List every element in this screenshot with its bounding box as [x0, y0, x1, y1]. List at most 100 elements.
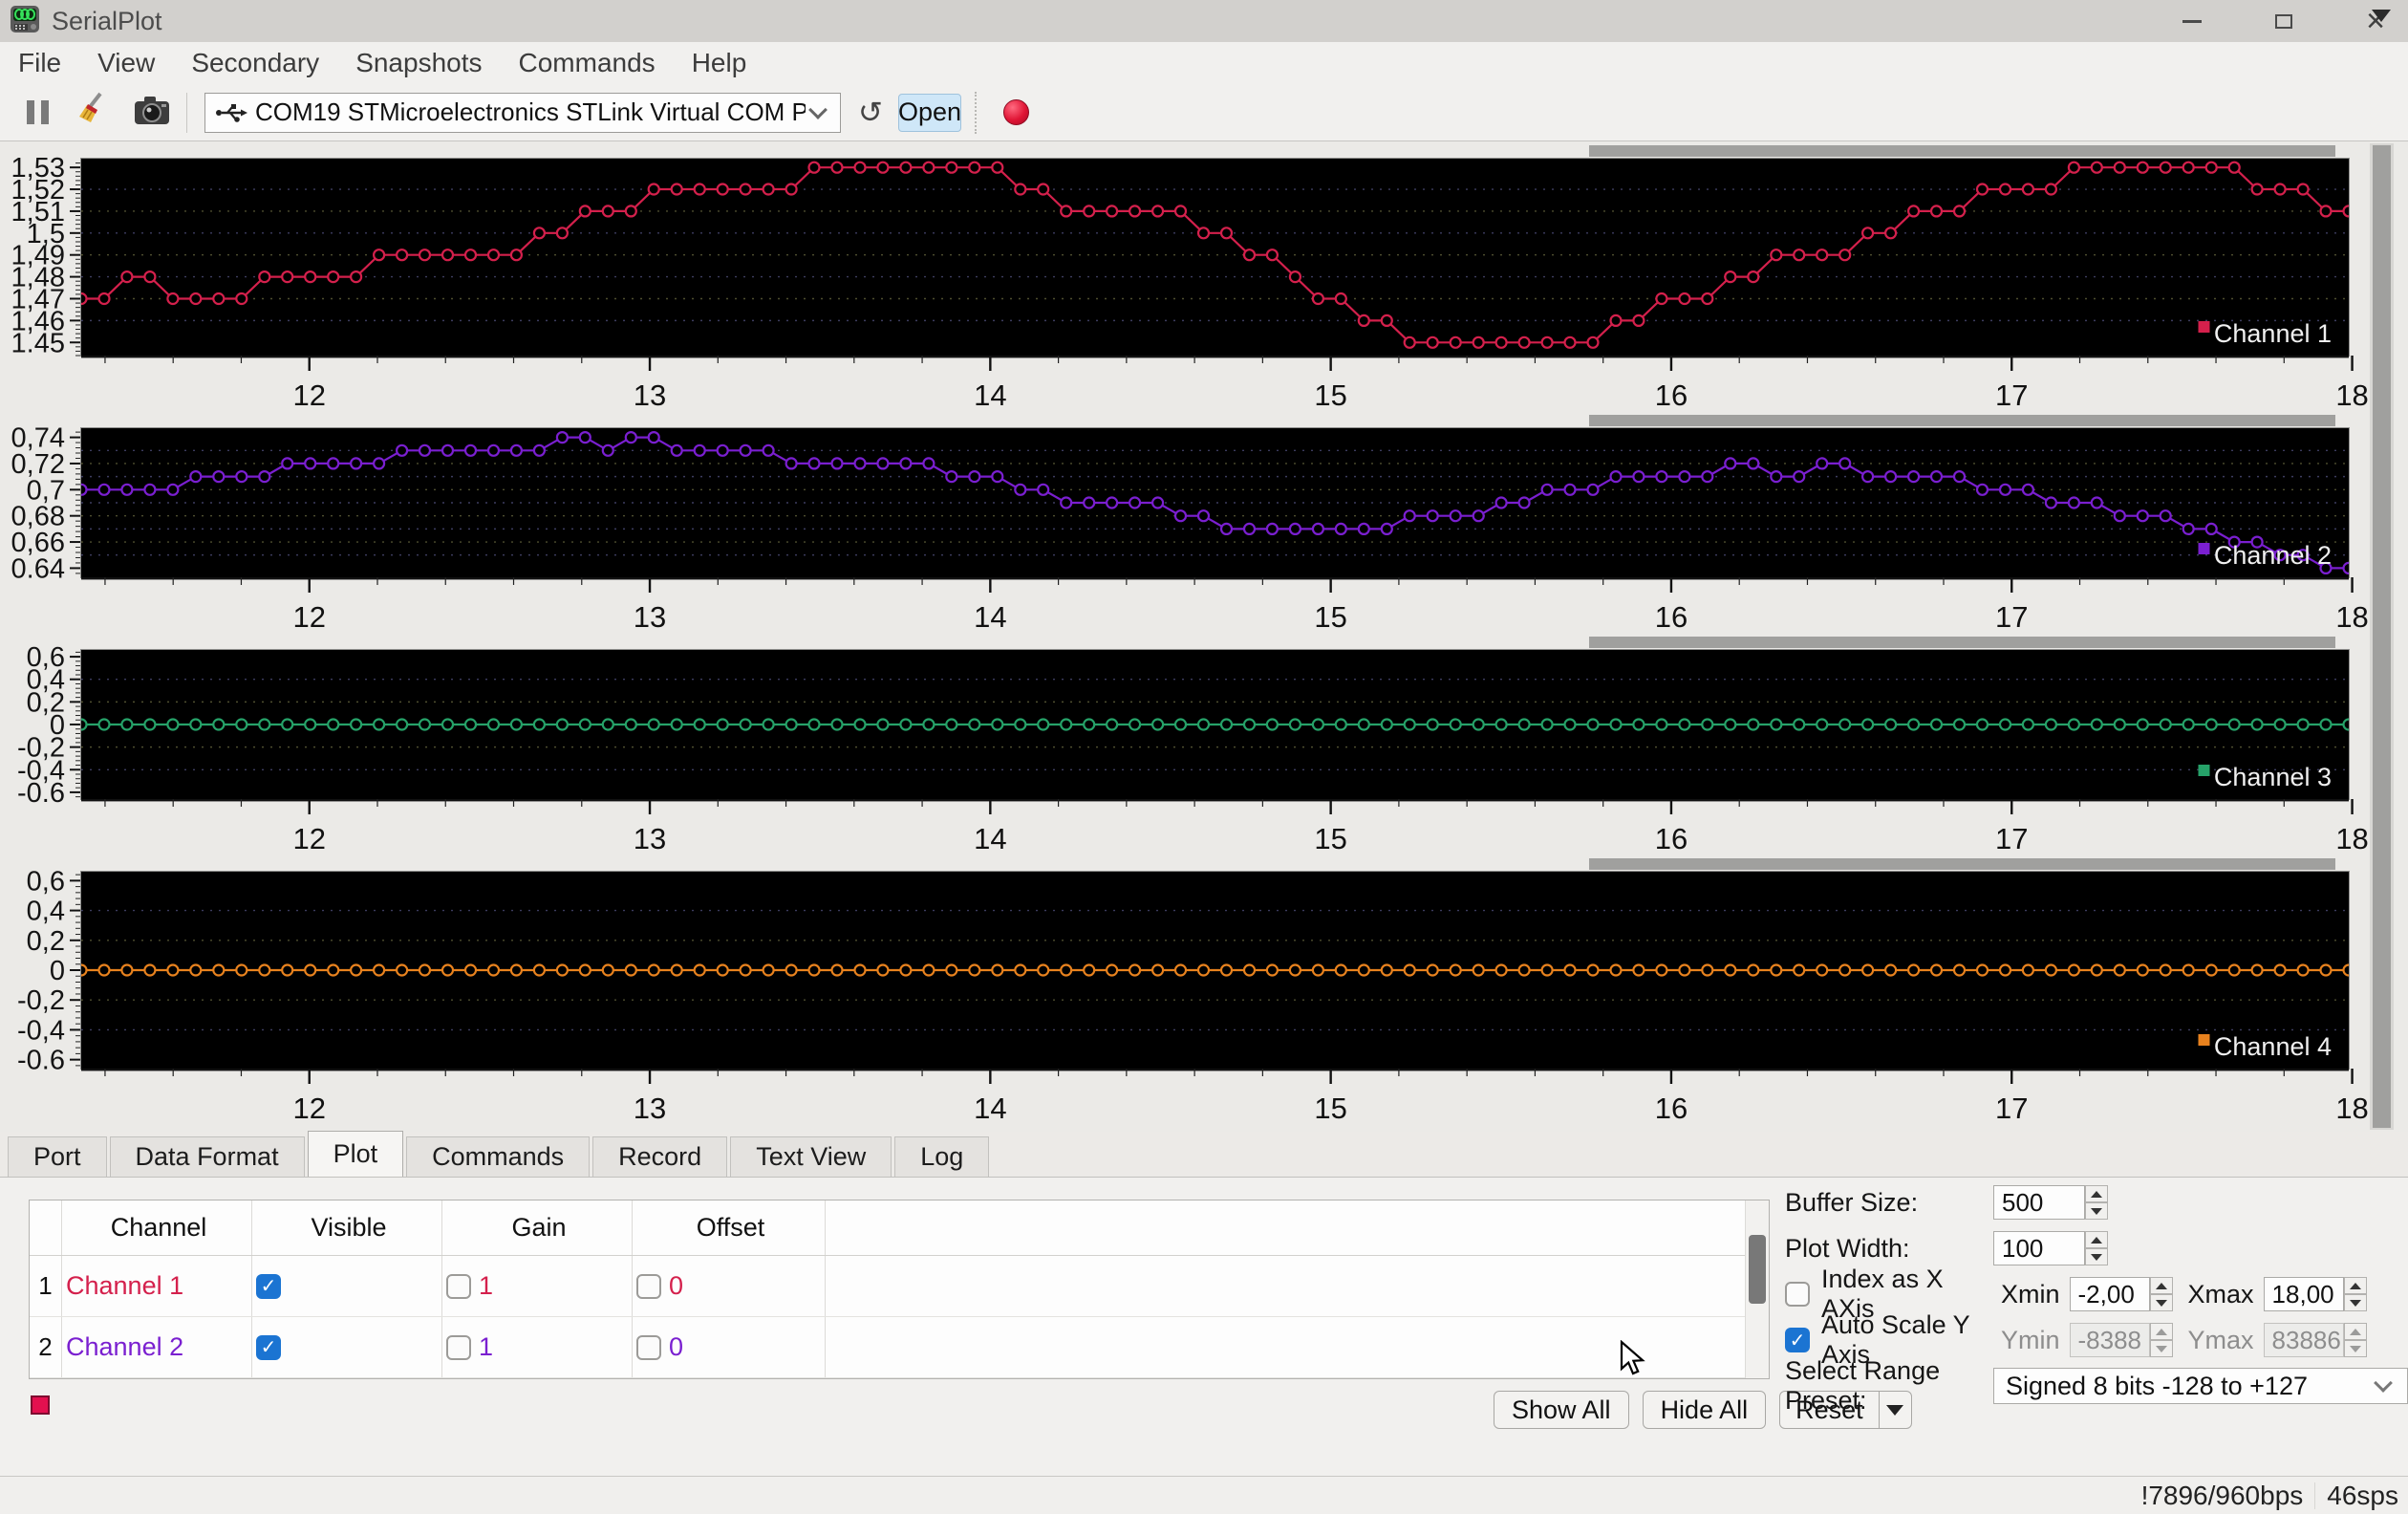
- mouse-cursor: [1620, 1340, 1652, 1383]
- xmin-spinner[interactable]: [2150, 1277, 2173, 1311]
- scrollbar-thumb[interactable]: [2373, 145, 2391, 1128]
- channel-color-swatch[interactable]: [31, 1395, 50, 1415]
- pause-icon: [27, 100, 34, 124]
- plot-canvas-channel-1[interactable]: Channel 1: [81, 159, 2349, 356]
- offset-checkbox[interactable]: [636, 1274, 661, 1299]
- ymin-spinner: [2150, 1323, 2173, 1357]
- maximize-icon: [2275, 14, 2292, 29]
- refresh-ports-button[interactable]: ↺: [852, 96, 889, 130]
- chevron-down-icon: [808, 100, 828, 119]
- ymin-input: -8388: [2070, 1323, 2150, 1357]
- y-axis-channel-1: 1,531,521,511,51,491,481,471,461.45: [0, 159, 81, 356]
- svg-text:16: 16: [1655, 378, 1688, 412]
- offset-checkbox[interactable]: [636, 1335, 661, 1360]
- svg-text:15: 15: [1314, 822, 1346, 855]
- menu-commands[interactable]: Commands: [501, 48, 674, 78]
- plot-canvas-channel-4[interactable]: Channel 4: [81, 872, 2349, 1069]
- tab-record[interactable]: Record: [592, 1136, 727, 1177]
- svg-text:12: 12: [292, 1092, 325, 1125]
- plot-width-spinner[interactable]: [2085, 1231, 2108, 1265]
- serial-port-combobox[interactable]: COM19 STMicroelectronics STLink Virtual …: [204, 93, 841, 133]
- scrollbar-thumb[interactable]: [1749, 1235, 1766, 1304]
- gain-value[interactable]: 1: [479, 1332, 493, 1362]
- offset-value[interactable]: 0: [669, 1271, 683, 1301]
- tab-text-view[interactable]: Text View: [730, 1136, 892, 1177]
- svg-text:16: 16: [1655, 1092, 1688, 1125]
- range-preset-combobox[interactable]: Signed 8 bits -128 to +127: [1993, 1368, 2408, 1404]
- channel-name-cell[interactable]: Channel 2: [62, 1317, 252, 1377]
- ymax-label: Ymax: [2188, 1326, 2254, 1355]
- tab-data-format[interactable]: Data Format: [110, 1136, 305, 1177]
- row-number: 1: [30, 1256, 62, 1316]
- pause-button[interactable]: [21, 95, 54, 130]
- tab-log[interactable]: Log: [894, 1136, 989, 1177]
- plots-vertical-scrollbar[interactable]: [2370, 143, 2394, 1130]
- minimize-icon: [2182, 20, 2202, 23]
- offset-value[interactable]: 0: [669, 1332, 683, 1362]
- gain-checkbox[interactable]: [446, 1274, 471, 1299]
- plot-horizontal-scrollbar[interactable]: [1589, 637, 2335, 648]
- range-preset-label: Select Range Preset:: [1785, 1356, 1993, 1416]
- serialplot-window: SerialPlot × FileViewSecondarySnapshotsC…: [0, 0, 2408, 1514]
- buffer-size-input[interactable]: 500: [1993, 1185, 2085, 1220]
- gain-value[interactable]: 1: [479, 1271, 493, 1301]
- snapshot-button[interactable]: [133, 94, 171, 131]
- menu-secondary[interactable]: Secondary: [173, 48, 337, 78]
- broom-icon: [77, 92, 114, 128]
- menu-file[interactable]: File: [0, 48, 79, 78]
- svg-text:1.45: 1.45: [11, 328, 65, 358]
- minimize-button[interactable]: [2173, 4, 2211, 38]
- tab-plot[interactable]: Plot: [308, 1131, 404, 1177]
- usb-icon: [215, 102, 247, 123]
- tab-overflow-button[interactable]: [2372, 10, 2391, 22]
- table-vertical-scrollbar[interactable]: [1745, 1200, 1769, 1378]
- tab-commands[interactable]: Commands: [406, 1136, 590, 1177]
- visible-cell: ✓: [252, 1256, 442, 1316]
- xmax-spinner[interactable]: [2344, 1277, 2367, 1311]
- status-separator: [2314, 1482, 2315, 1509]
- offset-cell: 0: [633, 1256, 826, 1316]
- open-port-button[interactable]: Open: [898, 94, 961, 132]
- menu-help[interactable]: Help: [674, 48, 765, 78]
- plot-horizontal-scrollbar[interactable]: [1589, 858, 2335, 870]
- visible-checkbox[interactable]: ✓: [256, 1335, 281, 1360]
- maximize-button[interactable]: [2265, 4, 2303, 38]
- x-axis-channel-1: 12131415161718: [81, 356, 2349, 411]
- plot-canvas-channel-3[interactable]: Channel 3: [81, 650, 2349, 799]
- svg-text:13: 13: [634, 600, 666, 634]
- plot-row-channel-1: 1,531,521,511,51,491,481,471,461.45Chann…: [0, 141, 2408, 411]
- menu-snapshots[interactable]: Snapshots: [337, 48, 500, 78]
- xmin-input[interactable]: -2,00: [2070, 1277, 2150, 1311]
- auto-scale-y-checkbox[interactable]: ✓: [1785, 1328, 1810, 1352]
- plot-horizontal-scrollbar[interactable]: [1589, 415, 2335, 426]
- index-as-x-checkbox[interactable]: [1785, 1282, 1810, 1307]
- plot-horizontal-scrollbar[interactable]: [1589, 145, 2335, 157]
- toolbar-separator: [186, 93, 187, 133]
- hide-all-button[interactable]: Hide All: [1643, 1391, 1767, 1429]
- record-button[interactable]: [1003, 99, 1029, 125]
- plot-width-input[interactable]: 100: [1993, 1231, 2085, 1265]
- tab-bar: PortData FormatPlotCommandsRecordText Vi…: [0, 1132, 2408, 1178]
- tab-port[interactable]: Port: [8, 1136, 107, 1177]
- range-preset-value: Signed 8 bits -128 to +127: [2006, 1372, 2308, 1401]
- xmax-label: Xmax: [2188, 1280, 2254, 1309]
- channel-name-cell[interactable]: Channel 1: [62, 1256, 252, 1316]
- row-filler: [826, 1256, 1769, 1316]
- status-bar: !7896/960bps 46sps: [0, 1476, 2408, 1514]
- show-all-button[interactable]: Show All: [1494, 1391, 1629, 1429]
- svg-text:0: 0: [50, 956, 65, 986]
- app-icon: [10, 4, 40, 39]
- table-row: 2Channel 2✓10: [30, 1317, 1769, 1378]
- visible-checkbox[interactable]: ✓: [256, 1274, 281, 1299]
- title-bar: SerialPlot ×: [0, 0, 2408, 42]
- svg-text:14: 14: [974, 600, 1006, 634]
- plot-canvas-channel-2[interactable]: Channel 2: [81, 428, 2349, 577]
- gain-checkbox[interactable]: [446, 1335, 471, 1360]
- xmax-input[interactable]: 18,00: [2264, 1277, 2344, 1311]
- svg-text:-0.6: -0.6: [17, 1046, 65, 1076]
- svg-text:0,4: 0,4: [27, 897, 65, 927]
- menu-view[interactable]: View: [79, 48, 173, 78]
- clear-plot-button[interactable]: [77, 92, 114, 133]
- status-samples-per-second: 46sps: [2327, 1481, 2398, 1511]
- buffer-size-spinner[interactable]: [2085, 1185, 2108, 1220]
